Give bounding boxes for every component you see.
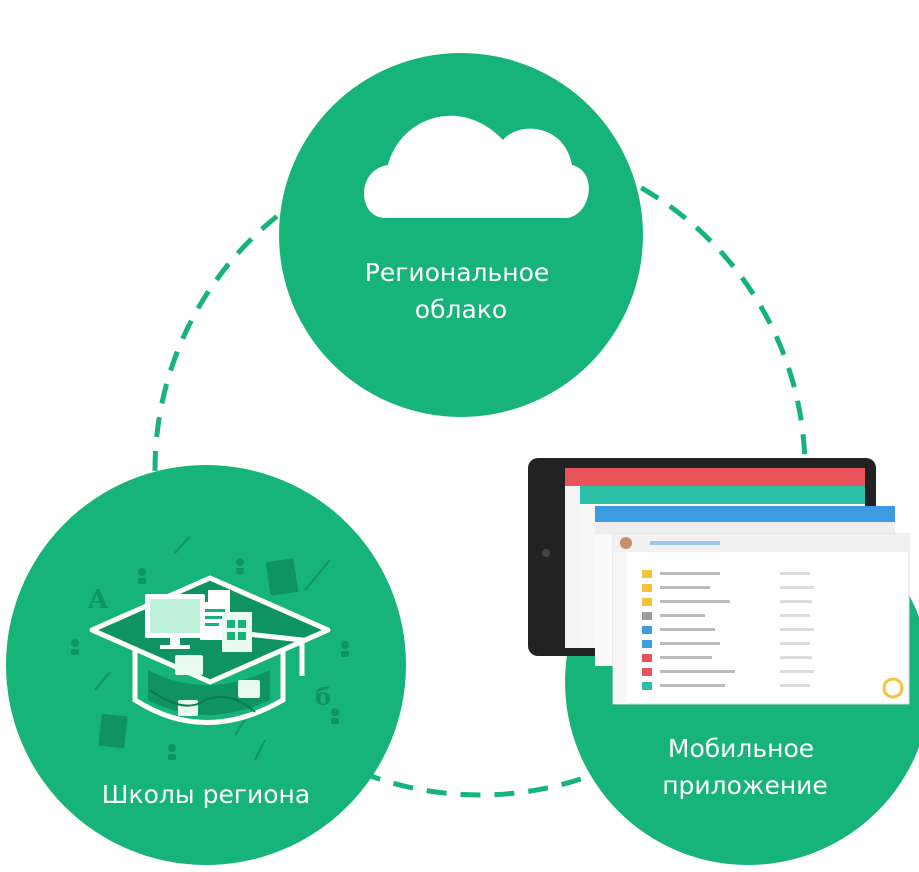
cloud-label-line-1: Региональное <box>365 258 550 287</box>
schools-node: A б Школы региона <box>6 465 406 865</box>
mobile-node: Мобильное приложение <box>528 458 919 865</box>
decorative-letter-b: б <box>315 682 331 711</box>
screen-layer-red-header <box>565 468 865 486</box>
decorative-letter-a: A <box>87 585 109 615</box>
cloud-node-circle <box>279 53 643 417</box>
cloud-label-line-2: облако <box>415 295 507 324</box>
mobile-label-line-1: Мобильное <box>668 734 814 763</box>
tablet-camera <box>542 549 550 557</box>
mobile-label-line-2: приложение <box>662 771 828 800</box>
screen-layer-teal-header <box>580 486 865 504</box>
file-list-avatar <box>620 537 632 549</box>
floating-action-button <box>882 677 904 699</box>
file-list-sidebar <box>613 552 627 704</box>
cloud-node: Региональное облако <box>279 53 643 417</box>
screen-layer-blue-toolbar <box>595 522 895 534</box>
ecosystem-diagram: Региональное облако A б Школы региона Мо… <box>6 53 919 865</box>
screen-layer-blue-header <box>595 506 895 522</box>
file-list-breadcrumb <box>650 541 720 545</box>
file-list-panel <box>612 533 910 705</box>
schools-node-label: Школы региона <box>102 780 310 809</box>
